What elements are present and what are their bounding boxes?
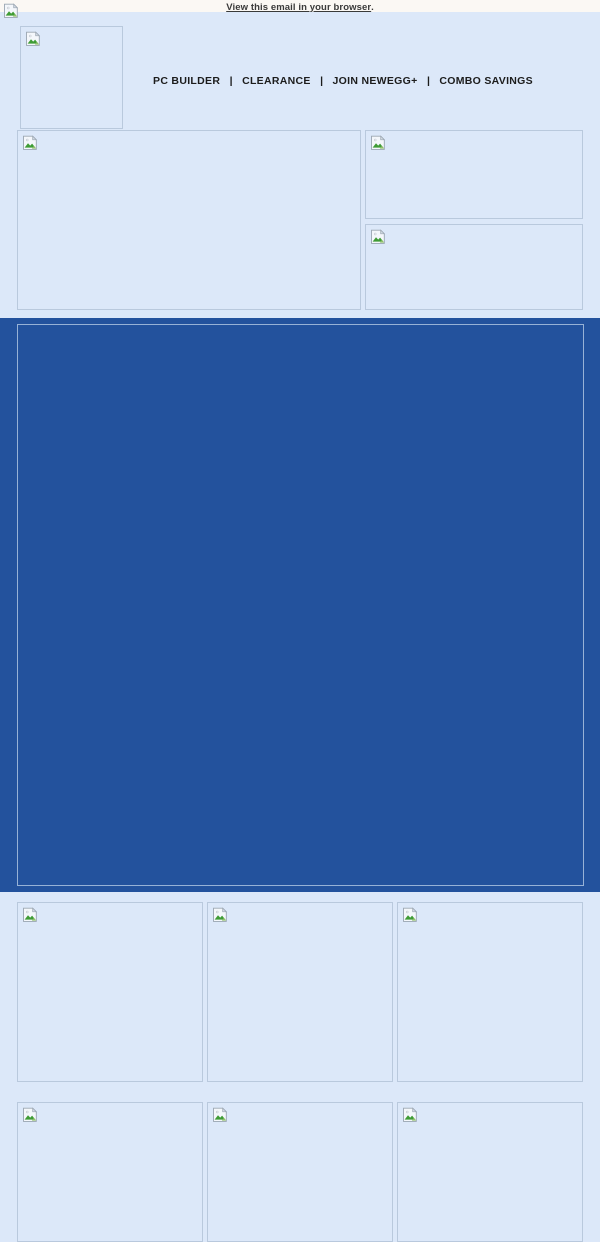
product-row-2 (17, 1102, 583, 1242)
nav-separator-2: | (320, 75, 324, 87)
nav-item-join-newegg-plus[interactable]: JOIN NEWEGG+ (333, 75, 418, 87)
broken-image-icon (26, 31, 41, 46)
header-nav: PC BUILDER | CLEARANCE | JOIN NEWEGG+ | … (0, 71, 600, 89)
broken-image-icon (213, 1107, 228, 1122)
broken-image-icon (23, 907, 38, 922)
product-card-6-placeholder[interactable] (397, 1102, 583, 1242)
broken-image-icon (403, 1107, 418, 1122)
nav-item-clearance[interactable]: CLEARANCE (242, 75, 311, 87)
product-card-3-placeholder[interactable] (397, 902, 583, 1082)
nav-separator-1: | (229, 75, 233, 87)
feature-secondary-bottom-placeholder[interactable] (365, 224, 583, 310)
broken-image-icon (213, 907, 228, 922)
feature-secondary-top-placeholder[interactable] (365, 130, 583, 219)
product-card-2-placeholder[interactable] (207, 902, 393, 1082)
nav-item-pc-builder[interactable]: PC BUILDER (153, 75, 220, 87)
broken-image-icon (4, 3, 19, 18)
product-cards-section (0, 892, 600, 1242)
feature-right-column (365, 130, 583, 310)
product-card-1-placeholder[interactable] (17, 902, 203, 1082)
feature-banner-section (0, 122, 600, 318)
promo-banner-section (0, 3, 600, 892)
product-row-1 (17, 902, 583, 1082)
broken-image-icon (23, 1107, 38, 1122)
preheader-bar: View this email in your browser. (0, 0, 600, 13)
nav-separator-3: | (427, 75, 430, 87)
broken-image-icon (23, 135, 38, 150)
feature-main-banner-placeholder[interactable] (17, 130, 361, 310)
broken-image-icon (371, 229, 386, 244)
nav-item-combo-savings[interactable]: COMBO SAVINGS (439, 75, 533, 87)
broken-image-icon (371, 135, 386, 150)
product-card-4-placeholder[interactable] (17, 1102, 203, 1242)
promo-banner-placeholder[interactable] (4, 3, 584, 886)
email-header: PC BUILDER | CLEARANCE | JOIN NEWEGG+ | … (0, 12, 600, 129)
product-card-5-placeholder[interactable] (207, 1102, 393, 1242)
broken-image-icon (403, 907, 418, 922)
feature-grid (17, 130, 583, 310)
